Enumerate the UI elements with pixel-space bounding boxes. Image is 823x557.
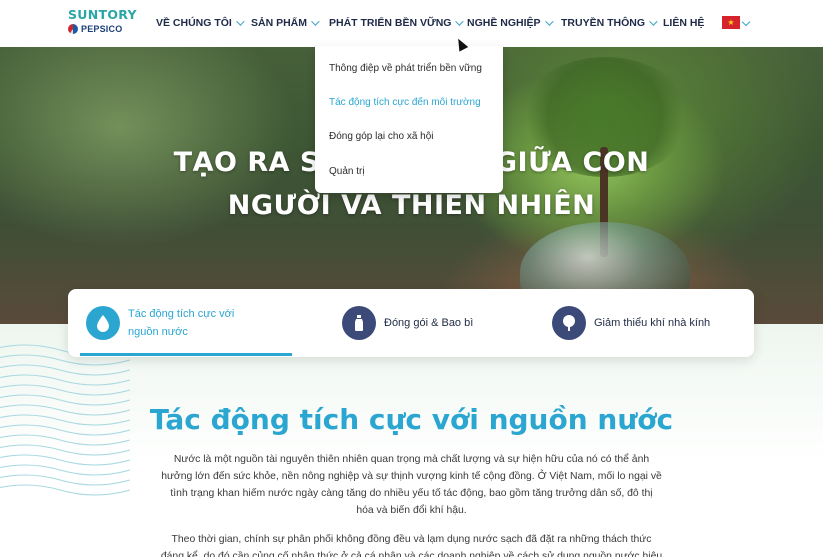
chevron-down-icon — [544, 17, 554, 26]
hero-title-line2: NGƯỜI VÀ THIÊN NHIÊN — [227, 190, 596, 221]
dropdown-item-society[interactable]: Đóng góp lại cho xã hội — [329, 131, 434, 142]
sustainability-dropdown: Thông điệp về phát triển bền vững Tác độ… — [315, 46, 503, 193]
chevron-down-icon — [311, 17, 320, 26]
tab-water-label-line2: nguồn nước — [128, 326, 188, 338]
nav-products[interactable]: SẢN PHẨM — [251, 17, 320, 29]
chevron-down-icon — [455, 17, 465, 26]
topic-tabs: Tác động tích cực với nguồn nước Đóng gó… — [68, 289, 754, 357]
dropdown-item-environment[interactable]: Tác động tích cực đến môi trường — [329, 97, 481, 108]
site-header: SUNTORY PEPSICO VỀ CHÚNG TÔI SẢN PHẨM PH… — [0, 0, 823, 47]
paragraph-1-line: hưởng lớn đến sức khỏe, nền nông nghiệp … — [161, 471, 662, 482]
tab-water-label-line1: Tác động tích cực với — [128, 308, 235, 320]
active-tab-indicator — [80, 353, 292, 356]
dropdown-item-sustainability-message[interactable]: Thông điệp về phát triển bền vững — [329, 63, 482, 74]
dropdown-item-governance[interactable]: Quản trị — [329, 166, 365, 177]
tab-greenhouse[interactable]: Giảm thiểu khí nhà kính — [552, 289, 710, 357]
nav-contact[interactable]: LIÊN HỆ — [663, 17, 704, 29]
logo-pepsico-text: PEPSICO — [81, 24, 123, 34]
nav-media[interactable]: TRUYỀN THÔNG — [561, 17, 658, 29]
paragraph-2-line: Theo thời gian, chính sự phân phối không… — [171, 534, 652, 545]
paragraph-1-line: hóa và biến đổi khí hậu. — [356, 505, 467, 516]
nav-contact-label: LIÊN HỆ — [663, 17, 705, 29]
nav-sustainability[interactable]: PHÁT TRIỂN BỀN VỮNG — [329, 17, 465, 29]
vietnam-flag-icon[interactable]: ★ — [722, 16, 740, 29]
tab-packaging-label: Đóng gói & Bao bì — [384, 317, 474, 329]
paragraph-2-line: đáng kể, do đó cần củng cố nhận thức ở c… — [160, 551, 663, 557]
bottle-icon — [342, 306, 376, 340]
nav-careers[interactable]: NGHỀ NGHIỆP — [467, 17, 554, 29]
nav-sustainability-label: PHÁT TRIỂN BỀN VỮNG — [329, 17, 452, 29]
section-title: Tác động tích cực với nguồn nước — [149, 403, 674, 436]
language-chevron-down-icon[interactable] — [741, 17, 751, 27]
logo-suntory-text: SUNTORY — [68, 7, 137, 22]
chevron-down-icon — [649, 17, 658, 26]
paragraph-1-line: Nước là một nguồn tài nguyên thiên nhiên… — [173, 454, 650, 465]
nav-about-label: VỀ CHÚNG TÔI — [156, 17, 232, 29]
paragraph-2: Theo thời gian, chính sự phân phối không… — [120, 531, 703, 557]
tab-packaging[interactable]: Đóng gói & Bao bì — [342, 289, 473, 357]
nav-about[interactable]: VỀ CHÚNG TÔI — [156, 17, 245, 29]
flag-star: ★ — [727, 17, 735, 27]
water-drop-icon — [86, 306, 120, 340]
tree-icon — [552, 306, 586, 340]
suntory-pepsico-logo[interactable]: SUNTORY PEPSICO — [68, 7, 137, 40]
logo-pepsico: PEPSICO — [68, 24, 136, 34]
pepsi-globe-icon — [68, 24, 78, 34]
nav-careers-label: NGHỀ NGHIỆP — [467, 17, 541, 29]
nav-products-label: SẢN PHẨM — [251, 17, 308, 29]
paragraph-1: Nước là một nguồn tài nguyên thiên nhiên… — [120, 451, 703, 519]
chevron-down-icon — [236, 17, 245, 26]
tab-water-label: Tác động tích cực với nguồn nước — [128, 305, 234, 341]
nav-media-label: TRUYỀN THÔNG — [561, 17, 645, 29]
tab-greenhouse-label: Giảm thiểu khí nhà kính — [594, 317, 711, 329]
paragraph-1-line: tình trạng khan hiếm nước ngày càng tăng… — [170, 488, 653, 499]
tab-water[interactable]: Tác động tích cực với nguồn nước — [86, 289, 234, 357]
